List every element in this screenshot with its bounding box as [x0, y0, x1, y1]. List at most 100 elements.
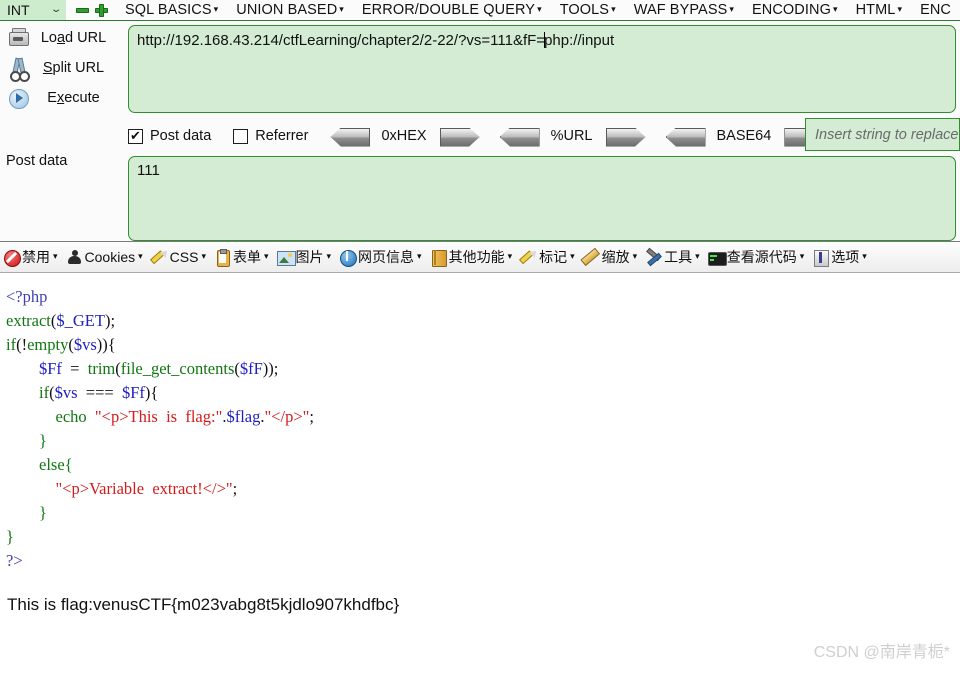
menu-item-label: UNION BASED: [236, 2, 338, 18]
info-icon: [339, 249, 358, 267]
code-token: "<p>This is flag:": [94, 407, 223, 426]
devtool-item-cookies-person[interactable]: Cookies ▾: [63, 249, 148, 266]
code-token: =: [61, 359, 88, 378]
load-url-button[interactable]: Load URL: [0, 24, 125, 51]
sql-type-value: INT: [7, 2, 30, 18]
chevron-down-icon: ▾: [695, 250, 700, 261]
devtool-item-options[interactable]: 选项 ▾: [809, 247, 872, 267]
menu-item-encoding[interactable]: ENCODING ▾: [743, 2, 847, 18]
code-line: echo "<p>This is flag:".$flag."</p>";: [6, 405, 315, 429]
code-token: file_get_contents: [120, 359, 235, 378]
code-token: $Ff: [39, 359, 62, 378]
minus-icon[interactable]: [75, 4, 89, 17]
devtool-item-label: 缩放: [601, 249, 630, 265]
post-data-checkbox[interactable]: ✔: [128, 128, 143, 144]
code-token: trim: [87, 359, 116, 378]
devtool-item-label: CSS: [169, 249, 199, 265]
base64-decode-button[interactable]: [665, 127, 706, 147]
menu-item-tools[interactable]: TOOLS ▾: [551, 2, 625, 18]
devtool-item-label: 选项: [831, 249, 860, 265]
code-token: }: [6, 431, 47, 450]
cookies-person-icon: [66, 249, 83, 266]
code-line: }: [6, 525, 314, 549]
chevron-down-icon: ▾: [417, 250, 422, 261]
code-token: "<p>Variable extract!</>": [55, 479, 233, 498]
devtool-item-clipboard[interactable]: 表单 ▾: [211, 247, 274, 267]
devtool-item-disable[interactable]: 禁用 ▾: [0, 247, 63, 267]
chevron-down-icon: ▾: [862, 250, 867, 261]
post-data-side-label: Post data: [6, 153, 68, 169]
devtool-item-image[interactable]: 图片 ▾: [274, 247, 337, 267]
menu-item-label: ERROR/DOUBLE QUERY: [361, 2, 536, 18]
pencil-icon: [519, 247, 540, 266]
hex-decode-button[interactable]: [330, 127, 371, 147]
code-token: "</p>": [264, 407, 310, 426]
chevron-down-icon: ▾: [201, 250, 206, 261]
devtool-item-book[interactable]: 其他功能 ▾: [427, 247, 518, 267]
menu-item-sql-basics[interactable]: SQL BASICS ▾: [116, 2, 227, 18]
code-token: $vs: [54, 383, 78, 402]
code-token: empty: [27, 335, 69, 354]
menu-item-union-based[interactable]: UNION BASED ▾: [227, 2, 353, 18]
code-line: extract($_GET);: [6, 309, 314, 333]
chevron-down-icon: ▾: [611, 4, 616, 14]
chevron-down-icon: ▾: [326, 250, 332, 261]
app-root: INT ⌄ SQL BASICS ▾ UNION BASED ▾ ERROR/DOUBL…: [0, 0, 960, 674]
devtool-item-pencil[interactable]: 标记 ▾: [517, 247, 580, 267]
code-token: $fF: [239, 359, 263, 378]
chevron-down-icon: ▾: [339, 4, 344, 14]
post-data-value: 111: [137, 162, 160, 179]
execute-button[interactable]: Execute: [0, 84, 125, 111]
code-line: "<p>Variable extract!</>";: [6, 477, 314, 501]
menu-item-label: HTML: [855, 2, 896, 18]
execute-label: Execute: [47, 89, 100, 106]
devtool-item-label: Cookies: [84, 249, 136, 265]
code-token: ?>: [6, 551, 23, 570]
devtool-item-label: 查看源代码: [726, 249, 797, 265]
devtool-item-info[interactable]: 网页信息 ▾: [336, 247, 427, 267]
code-token: <?php: [6, 287, 48, 306]
menu-item-label: WAF BYPASS: [633, 2, 728, 18]
devtool-item-terminal[interactable]: 查看源代码 ▾: [705, 247, 810, 267]
code-token: echo: [55, 407, 87, 426]
chevron-down-icon: ▾: [263, 250, 269, 261]
hackbar-plusminus-group: [66, 3, 116, 17]
sql-type-select[interactable]: INT ⌄: [0, 0, 66, 20]
split-url-button[interactable]: Split URL: [0, 54, 125, 82]
devtool-item-tools[interactable]: 工具 ▾: [642, 247, 705, 267]
menu-item-enc[interactable]: ENC: [911, 2, 960, 18]
code-token: {: [64, 455, 73, 474]
base64-label: BASE64: [716, 128, 772, 144]
hackbar-menu-items: SQL BASICS ▾ UNION BASED ▾ ERROR/DOUBLE QUER…: [116, 2, 960, 18]
devtool-item-label: 表单: [232, 249, 261, 265]
page-content: <?php extract($_GET); if(!empty($vs)){ $Ff…: [0, 273, 960, 674]
hex-encode-button[interactable]: [439, 127, 480, 147]
url-encode-button[interactable]: [605, 127, 646, 147]
pencil-icon: [149, 247, 170, 266]
replace-string-input[interactable]: Insert string to replace: [805, 118, 960, 151]
menu-item-html[interactable]: HTML ▾: [847, 2, 912, 18]
menu-item-label: SQL BASICS: [124, 2, 212, 18]
url-decode-button[interactable]: [499, 127, 540, 147]
devtool-item-label: 工具: [664, 249, 693, 265]
menu-item-error-double-query[interactable]: ERROR/DOUBLE QUERY ▾: [353, 2, 551, 18]
url-input[interactable]: http://192.168.43.214/ctfLearning/chapte…: [128, 25, 956, 113]
devtool-item-ruler[interactable]: 缩放 ▾: [580, 247, 643, 267]
plus-icon[interactable]: [94, 3, 108, 17]
devtool-item-label: 禁用: [22, 249, 50, 265]
replace-string-placeholder: Insert string to replace: [815, 126, 959, 143]
menu-item-label: ENC: [920, 2, 951, 18]
scissors-icon: [6, 56, 30, 82]
check-mark-icon: ✔: [130, 128, 141, 143]
post-data-input[interactable]: 111: [128, 156, 956, 241]
chevron-down-icon: ▾: [138, 250, 143, 261]
devtool-item-pencil[interactable]: CSS ▾: [148, 247, 211, 266]
devtool-item-label: 标记: [539, 249, 568, 265]
hackbar-menubar: INT ⌄ SQL BASICS ▾ UNION BASED ▾ ERROR/DOUBL…: [0, 0, 960, 21]
load-url-label: Load URL: [40, 29, 107, 46]
menu-item-waf-bypass[interactable]: WAF BYPASS ▾: [625, 2, 743, 18]
referrer-checkbox[interactable]: [233, 128, 249, 144]
